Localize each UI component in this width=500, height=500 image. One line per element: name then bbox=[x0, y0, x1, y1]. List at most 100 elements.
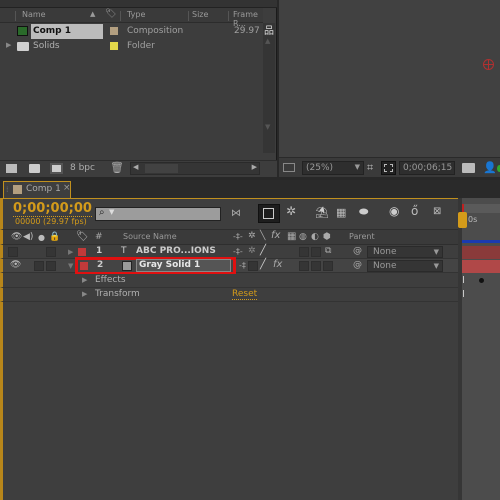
expand-arrow-icon[interactable]: ▶ bbox=[82, 290, 87, 298]
adjustment-layer-switch-icon[interactable]: ◐ bbox=[311, 232, 319, 242]
search-dropdown-icon[interactable]: ▼ bbox=[109, 208, 114, 216]
auto-keyframe-icon[interactable]: ◉ bbox=[389, 204, 399, 218]
motion-blur-icon[interactable]: ▦ bbox=[336, 206, 346, 219]
keyframe-dot-icon[interactable] bbox=[479, 278, 484, 283]
quality-switch-icon[interactable]: ╱ bbox=[260, 245, 266, 256]
project-item-solids[interactable]: ▶ Solids Folder bbox=[0, 39, 263, 54]
scroll-up-icon[interactable]: ▲ bbox=[265, 37, 270, 45]
timeline-track-area[interactable]: 0s I I bbox=[458, 198, 500, 500]
new-folder-icon[interactable] bbox=[29, 164, 40, 173]
frame-blending-switch-icon[interactable]: ▦ bbox=[287, 231, 296, 242]
layer-bar-1[interactable] bbox=[462, 246, 500, 259]
label-color-swatch[interactable] bbox=[110, 42, 118, 50]
expand-arrow-icon[interactable]: ▶ bbox=[68, 248, 73, 256]
resolution-grid-icon[interactable]: ⌗ bbox=[367, 161, 373, 175]
effects-switch-icon[interactable]: fx bbox=[273, 259, 282, 270]
pick-whip-icon[interactable]: @ bbox=[353, 246, 362, 256]
composition-viewer[interactable] bbox=[279, 0, 500, 177]
project-scrollbar[interactable]: 品 ▲ ▼ bbox=[263, 23, 275, 153]
column-size[interactable]: Size bbox=[192, 10, 208, 19]
quality-switch-icon[interactable]: ╱ bbox=[260, 259, 266, 270]
label-color-swatch[interactable] bbox=[110, 27, 118, 35]
frame-blending-icon[interactable]: ⛱ bbox=[315, 206, 329, 219]
3d-layer-icon[interactable]: ⧉ bbox=[325, 246, 331, 256]
lock-toggle[interactable] bbox=[46, 261, 56, 271]
column-parent[interactable]: Parent bbox=[349, 232, 375, 241]
pick-whip-icon[interactable]: @ bbox=[353, 260, 362, 270]
show-snapshot-icon[interactable]: 👤 bbox=[483, 161, 497, 174]
label-tag-icon[interactable]: 🏷 bbox=[105, 9, 116, 19]
drag-grip-icon[interactable]: ⁞ bbox=[6, 185, 9, 194]
adjustment-toggle[interactable] bbox=[311, 247, 321, 257]
new-composition-icon[interactable] bbox=[50, 163, 63, 174]
quality-switch-icon[interactable]: ╲ bbox=[260, 231, 265, 241]
current-time-display[interactable]: 0;00;06;15 bbox=[399, 161, 455, 175]
property-group-transform[interactable]: ▶ Transform Reset bbox=[0, 288, 458, 302]
close-icon[interactable]: × bbox=[63, 183, 71, 193]
3d-layer-switch-icon[interactable]: ⬢ bbox=[323, 232, 331, 242]
current-time-display[interactable]: 0;00;00;00 bbox=[13, 201, 92, 217]
current-time-indicator[interactable] bbox=[458, 212, 467, 228]
interpret-footage-icon[interactable] bbox=[6, 164, 17, 173]
parent-dropdown[interactable]: None ▼ bbox=[367, 246, 443, 258]
expand-arrow-icon[interactable]: ▶ bbox=[6, 41, 11, 49]
work-area-bar[interactable] bbox=[462, 204, 500, 213]
adjustment-toggle[interactable] bbox=[311, 261, 321, 271]
collapse-switch-icon[interactable]: ✲ bbox=[248, 246, 256, 256]
visibility-eye-icon[interactable]: 👁 bbox=[11, 232, 22, 242]
graph-editor-icon[interactable]: ő bbox=[411, 204, 418, 218]
layer-name[interactable]: ABC PRO...IONS bbox=[136, 246, 216, 256]
lock-toggle[interactable] bbox=[46, 247, 56, 257]
3d-layer-toggle[interactable] bbox=[323, 261, 333, 271]
solo-toggle[interactable] bbox=[34, 261, 44, 271]
reset-link[interactable]: Reset bbox=[232, 289, 258, 300]
scroll-thumb[interactable] bbox=[145, 164, 178, 173]
scroll-right-icon[interactable]: ▶ bbox=[252, 163, 257, 171]
hide-shy-layers-icon[interactable]: ✲ bbox=[286, 204, 296, 218]
collapse-switch-icon[interactable]: ✲ bbox=[248, 231, 256, 241]
layer-name-field[interactable]: Gray Solid 1 bbox=[136, 259, 231, 272]
column-type[interactable]: Type bbox=[127, 10, 145, 19]
project-item-comp-1[interactable]: Comp 1 Composition 29.97 bbox=[0, 24, 263, 39]
flowchart-icon[interactable]: 品 bbox=[264, 22, 274, 37]
snapshot-camera-icon[interactable] bbox=[462, 163, 475, 173]
tab-comp-1[interactable]: ⁞ Comp 1 × bbox=[3, 181, 71, 198]
visibility-eye-icon[interactable]: 👁 bbox=[10, 260, 21, 270]
audio-icon[interactable]: ◀) bbox=[23, 232, 33, 242]
label-color-swatch[interactable] bbox=[80, 262, 88, 270]
always-preview-icon[interactable] bbox=[283, 163, 295, 172]
layer-bar-2[interactable] bbox=[462, 260, 500, 273]
label-color-swatch[interactable] bbox=[78, 248, 86, 256]
scroll-down-icon[interactable]: ▼ bbox=[265, 123, 270, 131]
collapse-arrow-icon[interactable]: ▼ bbox=[68, 262, 73, 270]
brainstorm-icon[interactable]: ⬬ bbox=[359, 205, 368, 219]
shy-switch-icon[interactable]: -‡- bbox=[233, 232, 243, 241]
search-input[interactable]: ⌕ ▼ bbox=[95, 207, 221, 221]
collapse-toggle[interactable] bbox=[248, 261, 258, 271]
solo-icon[interactable]: ● bbox=[38, 233, 45, 242]
effects-switch-icon[interactable]: fx bbox=[271, 230, 280, 241]
trash-icon[interactable]: 🗑 bbox=[110, 161, 124, 174]
draft-3d-icon[interactable] bbox=[258, 204, 280, 223]
horizontal-scrollbar[interactable]: ◀ ▶ bbox=[130, 162, 260, 175]
expand-arrow-icon[interactable]: ▶ bbox=[82, 276, 87, 284]
visibility-toggle[interactable] bbox=[8, 247, 18, 257]
parent-dropdown[interactable]: None ▼ bbox=[367, 260, 443, 272]
scroll-left-icon[interactable]: ◀ bbox=[133, 163, 138, 171]
shy-switch-icon[interactable]: -‡ bbox=[239, 261, 246, 270]
column-name[interactable]: Name bbox=[22, 10, 46, 19]
column-number[interactable]: # bbox=[95, 232, 103, 242]
motion-blur-toggle[interactable] bbox=[299, 247, 309, 257]
motion-blur-switch-icon[interactable]: ◍ bbox=[299, 232, 307, 242]
lock-icon[interactable]: 🔒 bbox=[49, 232, 60, 242]
toggle-transparency-grid-icon[interactable] bbox=[381, 161, 396, 175]
motion-blur-toggle[interactable] bbox=[299, 261, 309, 271]
chart-editor-icon[interactable]: ⊠ bbox=[433, 206, 441, 217]
column-source-name[interactable]: Source Name bbox=[123, 232, 177, 241]
layer-row-selected[interactable]: 👁 ▼ 2 Gray Solid 1 -‡ ╱ fx @ None ▼ bbox=[0, 257, 458, 275]
bit-depth-button[interactable]: 8 bpc bbox=[70, 163, 95, 173]
zoom-dropdown[interactable]: (25%) ▼ bbox=[302, 161, 364, 175]
composition-mini-flowchart-icon[interactable]: ⋈ bbox=[231, 208, 241, 219]
shy-switch-icon[interactable]: -‡- bbox=[233, 247, 243, 256]
property-group-effects[interactable]: ▶ Effects bbox=[0, 274, 458, 288]
